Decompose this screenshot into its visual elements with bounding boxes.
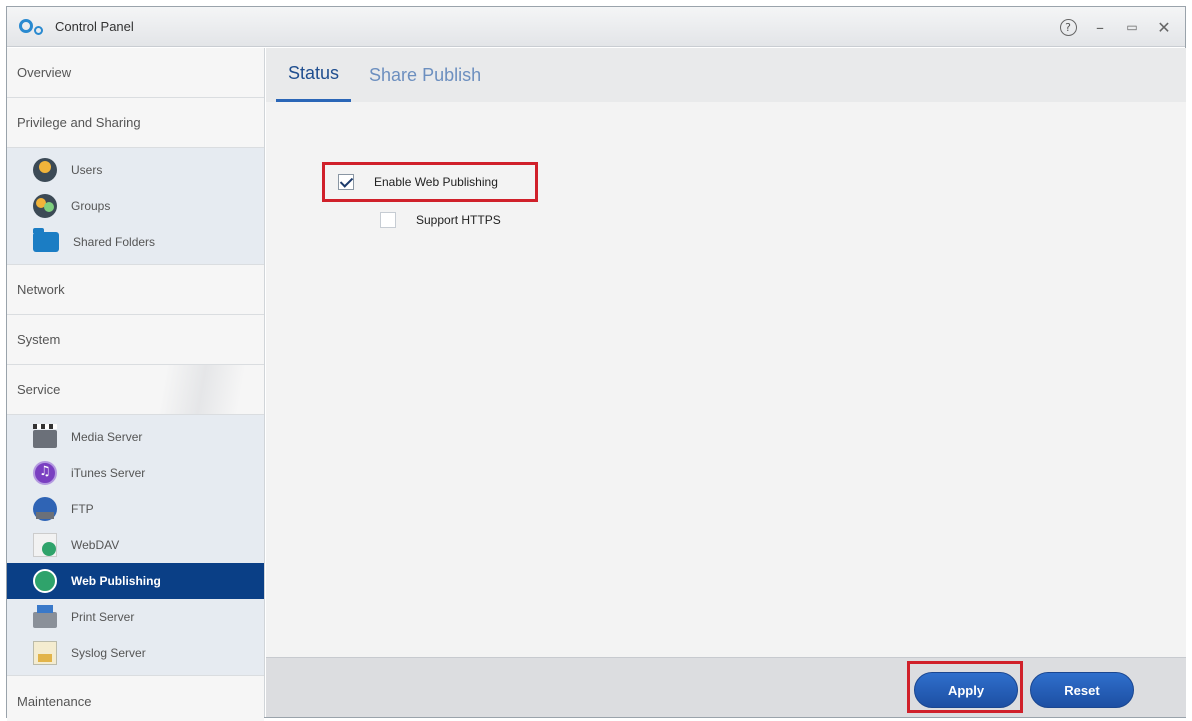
sidebar-item-label: Web Publishing <box>71 574 161 588</box>
sidebar-item-webdav[interactable]: WebDAV <box>7 527 264 563</box>
window-controls: ? – ▭ ✕ <box>1057 7 1175 47</box>
minimize-button[interactable]: – <box>1089 16 1111 38</box>
maximize-button[interactable]: ▭ <box>1121 16 1143 38</box>
sidebar-item-label: Syslog Server <box>71 646 146 660</box>
itunes-icon <box>33 461 57 485</box>
printer-icon <box>33 605 57 628</box>
tab-share-publish[interactable]: Share Publish <box>357 48 493 102</box>
support-https-option[interactable]: Support HTTPS <box>380 212 501 228</box>
help-icon: ? <box>1059 18 1077 36</box>
web-publishing-icon <box>33 569 57 593</box>
sidebar-item-label: Groups <box>71 199 111 213</box>
control-panel-window: Control Panel ? – ▭ ✕ Overview Privilege… <box>6 6 1186 721</box>
sidebar-item-itunes-server[interactable]: iTunes Server <box>7 455 264 491</box>
sidebar-section-privilege-and-sharing[interactable]: Privilege and Sharing <box>7 98 264 148</box>
sidebar-item-label: iTunes Server <box>71 466 146 480</box>
sidebar-item-label: Users <box>71 163 103 177</box>
sidebar-item-groups[interactable]: Groups <box>7 188 264 224</box>
sidebar-item-label: Media Server <box>71 430 143 444</box>
sidebar-section-network[interactable]: Network <box>7 265 264 315</box>
sidebar-item-media-server[interactable]: Media Server <box>7 419 264 455</box>
footer-bar: Apply Reset <box>266 657 1186 717</box>
webdav-icon <box>33 533 57 557</box>
status-content: Enable Web Publishing Support HTTPS <box>266 102 1186 637</box>
reset-button[interactable]: Reset <box>1030 672 1134 708</box>
sidebar-item-web-publishing[interactable]: Web Publishing <box>7 563 264 599</box>
sidebar-section-system[interactable]: System <box>7 315 264 365</box>
syslog-icon <box>33 641 57 665</box>
enable-web-publishing-checkbox[interactable] <box>338 174 354 190</box>
sidebar-section-maintenance[interactable]: Maintenance <box>7 676 264 721</box>
sidebar-item-label: WebDAV <box>71 538 120 552</box>
ftp-icon <box>33 497 57 521</box>
support-https-checkbox[interactable] <box>380 212 396 228</box>
sidebar-item-label: FTP <box>71 502 94 516</box>
sidebar-item-label: Print Server <box>71 610 135 624</box>
window-title: Control Panel <box>55 19 134 34</box>
minimize-icon: – <box>1096 17 1104 37</box>
apply-button[interactable]: Apply <box>914 672 1018 708</box>
help-button[interactable]: ? <box>1057 16 1079 38</box>
privilege-subitems: Users Groups Shared Folders <box>7 148 264 265</box>
main-panel: Status Share Publish Enable Web Publishi… <box>266 48 1186 717</box>
sidebar-item-print-server[interactable]: Print Server <box>7 599 264 635</box>
sidebar-item-users[interactable]: Users <box>7 152 264 188</box>
enable-web-publishing-label: Enable Web Publishing <box>374 175 498 189</box>
service-subitems: Media Server iTunes Server FTP WebDAV We… <box>7 415 264 676</box>
sidebar-item-label: Shared Folders <box>73 235 156 249</box>
sidebar-section-overview[interactable]: Overview <box>7 48 264 98</box>
tab-status[interactable]: Status <box>276 48 352 102</box>
title-bar: Control Panel ? – ▭ ✕ <box>7 7 1185 47</box>
sidebar-item-syslog-server[interactable]: Syslog Server <box>7 635 264 671</box>
media-server-icon <box>33 424 57 448</box>
tab-bar: Status Share Publish <box>266 48 1186 102</box>
sidebar: Overview Privilege and Sharing Users Gro… <box>7 48 265 721</box>
close-icon: ✕ <box>1157 17 1171 37</box>
folder-icon <box>33 228 59 252</box>
sidebar-section-service[interactable]: Service <box>7 365 264 415</box>
user-icon <box>33 158 57 182</box>
support-https-label: Support HTTPS <box>416 213 501 227</box>
maximize-icon: ▭ <box>1126 20 1138 34</box>
close-button[interactable]: ✕ <box>1153 16 1175 38</box>
app-logo-icon <box>17 16 47 38</box>
sidebar-item-ftp[interactable]: FTP <box>7 491 264 527</box>
sidebar-item-shared-folders[interactable]: Shared Folders <box>7 224 264 260</box>
groups-icon <box>33 194 57 218</box>
enable-web-publishing-option[interactable]: Enable Web Publishing <box>338 174 498 190</box>
